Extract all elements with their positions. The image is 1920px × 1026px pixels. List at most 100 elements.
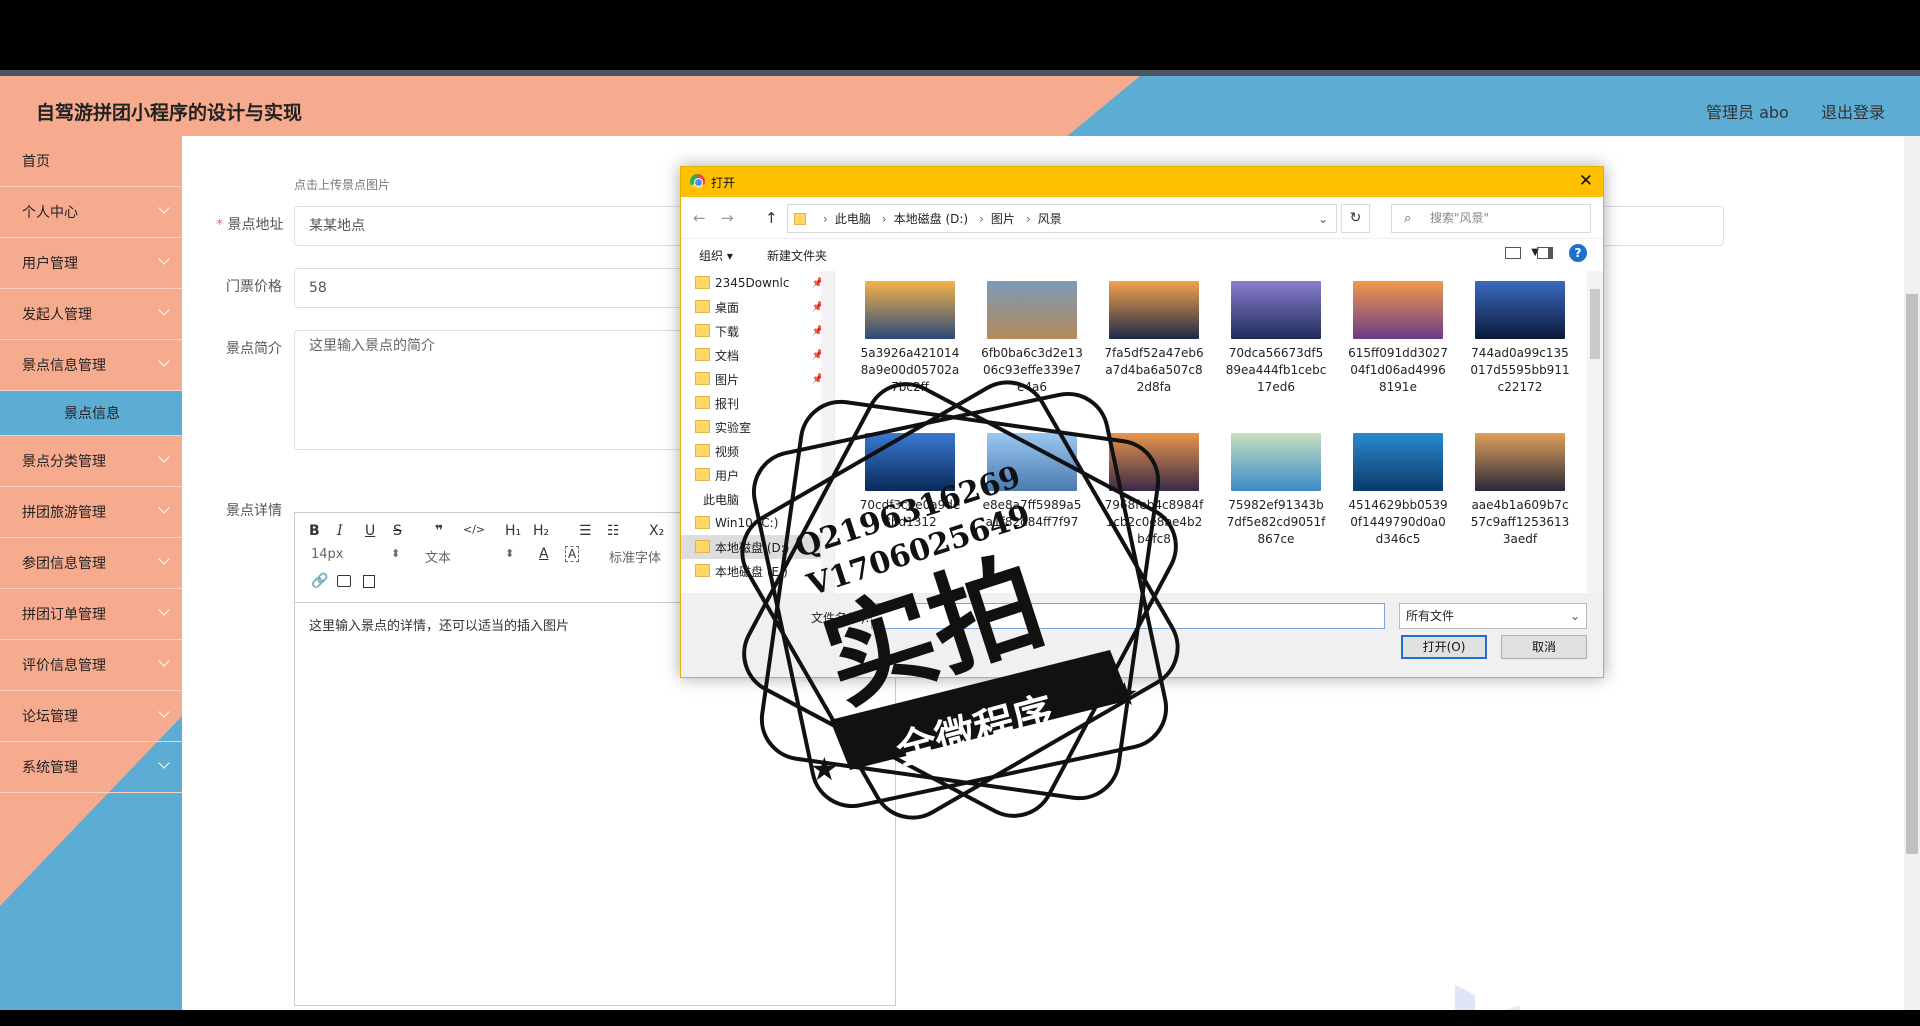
font-color-icon[interactable]: A [539, 546, 549, 562]
help-icon[interactable]: ? [1569, 244, 1587, 262]
up-arrow-icon[interactable]: ↑ [765, 209, 778, 227]
sidebar-item-0[interactable]: 首页 [0, 136, 182, 187]
file-tile[interactable]: 70cdf3c0e0a9de8bd1312 [855, 433, 965, 531]
file-tile[interactable]: aae4b1a609b7c57c9aff12536133aedf [1465, 433, 1575, 548]
h1-button[interactable]: H₁ [505, 523, 521, 539]
bold-button[interactable]: B [309, 523, 320, 539]
top-header: 自驾游拼团小程序的设计与实现 管理员 abo 退出登录 [0, 70, 1920, 136]
tree-item-5[interactable]: 报刊 [681, 391, 834, 415]
crumb-pictures[interactable]: 图片 [991, 210, 1015, 227]
code-button[interactable]: </> [463, 523, 485, 536]
organize-menu[interactable]: 组织 ▾ [699, 247, 733, 264]
sidebar-item-label: 景点信息 [64, 406, 120, 422]
chevron-down-icon [158, 706, 170, 718]
file-tile[interactable]: 75982ef91343b7df5e82cd9051f867ce [1221, 433, 1331, 548]
tree-item-1[interactable]: 桌面 📌 [681, 295, 834, 319]
sidebar-item-label: 个人中心 [22, 205, 78, 221]
filename-label: 文件名(N): [811, 611, 870, 625]
underline-button[interactable]: U [365, 523, 375, 539]
file-tile[interactable]: 615ff091dd302704f1d06ad49968191e [1343, 281, 1453, 396]
search-input[interactable]: ⌕ 搜索"风景" [1391, 204, 1591, 233]
page-scroll-thumb[interactable] [1906, 294, 1918, 854]
sidebar-item-2[interactable]: 用户管理 [0, 238, 182, 289]
subscript-button[interactable]: X₂ [649, 523, 664, 539]
refresh-icon[interactable]: ↻ [1341, 204, 1370, 233]
page-scrollbar[interactable] [1904, 136, 1920, 1010]
cancel-button[interactable]: 取消 [1501, 635, 1587, 659]
open-button[interactable]: 打开(O) [1401, 635, 1487, 659]
address-bar[interactable]: › 此电脑 › 本地磁盘 (D:) › 图片 › 风景 ⌄ [787, 204, 1337, 233]
sidebar-item-3[interactable]: 发起人管理 [0, 289, 182, 340]
link-icon[interactable]: 🔗 [311, 573, 328, 589]
view-options-icon[interactable] [1505, 247, 1521, 259]
h2-button[interactable]: H₂ [533, 523, 549, 539]
grid-scrollbar[interactable] [1587, 271, 1603, 593]
sidebar-item-4[interactable]: 景点信息管理 [0, 340, 182, 391]
sidebar-item-6[interactable]: 景点分类管理 [0, 436, 182, 487]
back-arrow-icon[interactable]: ← [693, 209, 706, 227]
tree-item-3[interactable]: 文档 📌 [681, 343, 834, 367]
search-placeholder: 搜索"风景" [1430, 211, 1490, 225]
image-thumbnail [1353, 433, 1443, 491]
font-size-select[interactable]: 14px [311, 547, 344, 562]
italic-button[interactable]: I [337, 523, 343, 539]
sidebar-item-label: 参团信息管理 [22, 556, 106, 572]
sidebar-item-11[interactable]: 论坛管理 [0, 691, 182, 742]
tree-scrollbar[interactable] [821, 271, 834, 593]
image-icon[interactable] [337, 575, 351, 587]
preview-pane-icon[interactable] [1537, 247, 1553, 259]
block-type-chevron-icon: ⬍ [505, 547, 515, 560]
strike-button[interactable]: S [393, 523, 402, 539]
quote-button[interactable]: ❞ [435, 523, 443, 539]
file-tile[interactable]: 7968feb4c8984f1cb2c0e8be4b2b4fc8 [1099, 433, 1209, 548]
sidebar-item-5[interactable]: 景点信息 [0, 391, 182, 436]
sidebar-item-10[interactable]: 评价信息管理 [0, 640, 182, 691]
file-tile[interactable]: 744ad0a99c135017d5595bb911c22172 [1465, 281, 1575, 396]
crumb-drive-d[interactable]: 本地磁盘 (D:) [894, 210, 968, 227]
tree-item-0[interactable]: 2345Downlc 📌 [681, 271, 834, 295]
filename-input[interactable] [871, 603, 1385, 629]
ordered-list-icon[interactable]: ☰ [579, 523, 592, 539]
tree-item-7[interactable]: 视频 [681, 439, 834, 463]
sidebar-item-7[interactable]: 拼团旅游管理 [0, 487, 182, 538]
grid-scroll-thumb[interactable] [1590, 289, 1600, 359]
bullet-list-icon[interactable]: ☷ [607, 523, 620, 539]
file-tile[interactable]: 70dca56673df589ea444fb1cebc17ed6 [1221, 281, 1331, 396]
tree-item-8[interactable]: 用户 [681, 463, 834, 487]
upload-hint[interactable]: 点击上传景点图片 [294, 176, 390, 193]
font-family-select[interactable]: 标准字体 [609, 547, 661, 566]
crumb-scenery[interactable]: 风景 [1038, 210, 1062, 227]
file-tile[interactable]: 5a3926a4210148a9e00d05702a7bc2ff [855, 281, 965, 396]
file-tile[interactable]: 7fa5df52a47eb6a7d4ba6a507c82d8fa [1099, 281, 1209, 396]
dialog-titlebar: 打开 ✕ [681, 167, 1603, 197]
file-tile[interactable]: 6fb0ba6c3d2e1306c93effe339e7e4a6 [977, 281, 1087, 396]
file-type-select[interactable]: 所有文件 ⌄ [1399, 603, 1587, 629]
sidebar-item-8[interactable]: 参团信息管理 [0, 538, 182, 589]
video-icon[interactable] [363, 575, 375, 588]
image-thumbnail [1475, 433, 1565, 491]
forward-arrow-icon[interactable]: → [721, 209, 734, 227]
address-dropdown-icon[interactable]: ⌄ [1318, 212, 1328, 226]
tree-item-10[interactable]: Win10 (C:) [681, 511, 834, 535]
tree-item-6[interactable]: 实验室 [681, 415, 834, 439]
tree-item-label: Win10 (C:) [715, 516, 779, 530]
sidebar-item-1[interactable]: 个人中心 [0, 187, 182, 238]
tree-item-12[interactable]: 本地磁盘 (E:) [681, 559, 834, 583]
new-folder-button[interactable]: 新建文件夹 [767, 247, 827, 264]
sidebar-item-12[interactable]: 系统管理 [0, 742, 182, 793]
tree-item-11[interactable]: 本地磁盘 (D:) [681, 535, 834, 559]
tree-item-2[interactable]: 下载 📌 [681, 319, 834, 343]
chevron-down-icon [158, 553, 170, 565]
image-thumbnail [865, 433, 955, 491]
tree-item-9[interactable]: 此电脑 [681, 487, 834, 511]
sidebar-item-9[interactable]: 拼团订单管理 [0, 589, 182, 640]
logout-link[interactable]: 退出登录 [1821, 99, 1885, 123]
tree-item-label: 报刊 [715, 396, 740, 411]
bg-color-icon[interactable]: A [565, 546, 580, 562]
block-type-select[interactable]: 文本 [425, 547, 451, 566]
file-tile[interactable]: 4514629bb05390f1449790d0a0d346c5 [1343, 433, 1453, 548]
file-tile[interactable]: e8e8a7ff5989a5a1f82d84ff7f97 [977, 433, 1087, 531]
crumb-this-pc[interactable]: 此电脑 [835, 210, 871, 227]
tree-item-4[interactable]: 图片 📌 [681, 367, 834, 391]
close-icon[interactable]: ✕ [1579, 171, 1593, 191]
